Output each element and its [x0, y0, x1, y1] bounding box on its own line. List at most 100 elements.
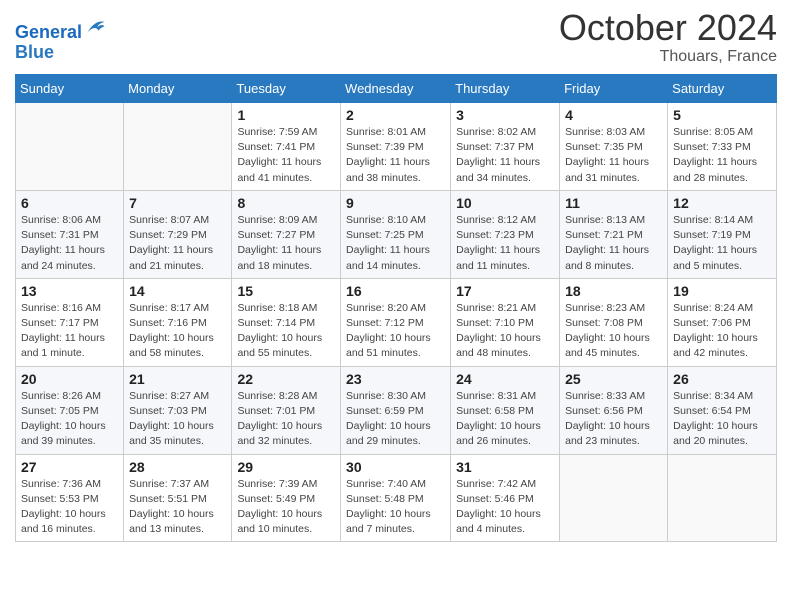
day-info: Sunrise: 7:40 AM Sunset: 5:48 PM Dayligh…	[346, 477, 445, 538]
day-cell: 25Sunrise: 8:33 AM Sunset: 6:56 PM Dayli…	[560, 366, 668, 454]
day-info: Sunrise: 8:16 AM Sunset: 7:17 PM Dayligh…	[21, 301, 118, 362]
logo: General Blue	[15, 16, 106, 63]
day-info: Sunrise: 8:28 AM Sunset: 7:01 PM Dayligh…	[237, 389, 335, 450]
day-info: Sunrise: 8:07 AM Sunset: 7:29 PM Dayligh…	[129, 213, 226, 274]
day-cell: 16 Sunrise: 8:20 AM Sunset: 7:12 PM Dayli…	[341, 278, 451, 366]
page-header: General Blue October 2024 Thouars, Franc…	[15, 10, 777, 66]
day-info: Sunrise: 8:01 AM Sunset: 7:39 PM Dayligh…	[346, 125, 445, 186]
column-header-monday: Monday	[124, 75, 232, 103]
day-info: Sunrise: 8:34 AM Sunset: 6:54 PM Dayligh…	[673, 389, 771, 450]
day-cell: 26 Sunrise: 8:34 AM Sunset: 6:54 PM Dayli…	[668, 366, 777, 454]
column-header-tuesday: Tuesday	[232, 75, 341, 103]
day-cell: 19 Sunrise: 8:24 AM Sunset: 7:06 PM Dayli…	[668, 278, 777, 366]
location: Thouars, France	[559, 48, 777, 66]
day-number: 3	[456, 107, 554, 123]
day-number: 1	[237, 107, 335, 123]
logo-text: General	[15, 16, 106, 43]
day-number: 30	[346, 459, 445, 475]
day-number: 26	[673, 371, 771, 387]
logo-blue: Blue	[15, 43, 106, 63]
day-info: Sunrise: 8:14 AM Sunset: 7:19 PM Dayligh…	[673, 213, 771, 274]
day-number: 31	[456, 459, 554, 475]
day-info: Sunrise: 7:39 AM Sunset: 5:49 PM Dayligh…	[237, 477, 335, 538]
day-info: Sunrise: 8:24 AM Sunset: 7:06 PM Dayligh…	[673, 301, 771, 362]
day-cell: 31 Sunrise: 7:42 AM Sunset: 5:46 PM Dayli…	[451, 454, 560, 542]
day-info: Sunrise: 8:30 AM Sunset: 6:59 PM Dayligh…	[346, 389, 445, 450]
day-cell: 27Sunrise: 7:36 AM Sunset: 5:53 PM Dayli…	[16, 454, 124, 542]
day-info: Sunrise: 8:27 AM Sunset: 7:03 PM Dayligh…	[129, 389, 226, 450]
day-cell: 9Sunrise: 8:10 AM Sunset: 7:25 PM Daylig…	[341, 190, 451, 278]
day-cell: 22 Sunrise: 8:28 AM Sunset: 7:01 PM Dayli…	[232, 366, 341, 454]
day-cell: 18 Sunrise: 8:23 AM Sunset: 7:08 PM Dayli…	[560, 278, 668, 366]
day-cell	[16, 103, 124, 191]
day-number: 13	[21, 283, 118, 299]
logo-bird-icon	[84, 16, 106, 38]
day-info: Sunrise: 8:13 AM Sunset: 7:21 PM Dayligh…	[565, 213, 662, 274]
day-number: 7	[129, 195, 226, 211]
day-cell	[668, 454, 777, 542]
day-cell: 5Sunrise: 8:05 AM Sunset: 7:33 PM Daylig…	[668, 103, 777, 191]
column-header-saturday: Saturday	[668, 75, 777, 103]
day-number: 27	[21, 459, 118, 475]
day-cell: 15 Sunrise: 8:18 AM Sunset: 7:14 PM Dayli…	[232, 278, 341, 366]
day-cell: 13 Sunrise: 8:16 AM Sunset: 7:17 PM Dayli…	[16, 278, 124, 366]
column-header-wednesday: Wednesday	[341, 75, 451, 103]
calendar-table: SundayMondayTuesdayWednesdayThursdayFrid…	[15, 74, 777, 542]
day-number: 29	[237, 459, 335, 475]
logo-general: General	[15, 22, 82, 42]
day-number: 15	[237, 283, 335, 299]
day-cell: 12 Sunrise: 8:14 AM Sunset: 7:19 PM Dayli…	[668, 190, 777, 278]
column-header-thursday: Thursday	[451, 75, 560, 103]
week-row-2: 6Sunrise: 8:06 AM Sunset: 7:31 PM Daylig…	[16, 190, 777, 278]
day-info: Sunrise: 8:20 AM Sunset: 7:12 PM Dayligh…	[346, 301, 445, 362]
day-cell: 20Sunrise: 8:26 AM Sunset: 7:05 PM Dayli…	[16, 366, 124, 454]
day-number: 10	[456, 195, 554, 211]
day-number: 11	[565, 195, 662, 211]
day-cell: 17 Sunrise: 8:21 AM Sunset: 7:10 PM Dayli…	[451, 278, 560, 366]
week-row-1: 1 Sunrise: 7:59 AM Sunset: 7:41 PM Daylig…	[16, 103, 777, 191]
day-number: 22	[237, 371, 335, 387]
day-cell: 28Sunrise: 7:37 AM Sunset: 5:51 PM Dayli…	[124, 454, 232, 542]
day-info: Sunrise: 8:18 AM Sunset: 7:14 PM Dayligh…	[237, 301, 335, 362]
day-info: Sunrise: 8:23 AM Sunset: 7:08 PM Dayligh…	[565, 301, 662, 362]
day-cell: 8Sunrise: 8:09 AM Sunset: 7:27 PM Daylig…	[232, 190, 341, 278]
day-number: 18	[565, 283, 662, 299]
week-row-5: 27Sunrise: 7:36 AM Sunset: 5:53 PM Dayli…	[16, 454, 777, 542]
day-cell: 30 Sunrise: 7:40 AM Sunset: 5:48 PM Dayli…	[341, 454, 451, 542]
day-cell: 3 Sunrise: 8:02 AM Sunset: 7:37 PM Daylig…	[451, 103, 560, 191]
day-number: 17	[456, 283, 554, 299]
day-info: Sunrise: 8:31 AM Sunset: 6:58 PM Dayligh…	[456, 389, 554, 450]
day-number: 24	[456, 371, 554, 387]
day-number: 16	[346, 283, 445, 299]
day-info: Sunrise: 8:06 AM Sunset: 7:31 PM Dayligh…	[21, 213, 118, 274]
day-cell: 1 Sunrise: 7:59 AM Sunset: 7:41 PM Daylig…	[232, 103, 341, 191]
day-cell: 11 Sunrise: 8:13 AM Sunset: 7:21 PM Dayli…	[560, 190, 668, 278]
day-info: Sunrise: 7:37 AM Sunset: 5:51 PM Dayligh…	[129, 477, 226, 538]
month-title: October 2024	[559, 10, 777, 46]
day-info: Sunrise: 8:17 AM Sunset: 7:16 PM Dayligh…	[129, 301, 226, 362]
day-number: 2	[346, 107, 445, 123]
day-cell: 29 Sunrise: 7:39 AM Sunset: 5:49 PM Dayli…	[232, 454, 341, 542]
day-cell: 6Sunrise: 8:06 AM Sunset: 7:31 PM Daylig…	[16, 190, 124, 278]
day-number: 19	[673, 283, 771, 299]
day-cell: 10 Sunrise: 8:12 AM Sunset: 7:23 PM Dayli…	[451, 190, 560, 278]
day-info: Sunrise: 8:05 AM Sunset: 7:33 PM Dayligh…	[673, 125, 771, 186]
day-number: 20	[21, 371, 118, 387]
day-info: Sunrise: 8:02 AM Sunset: 7:37 PM Dayligh…	[456, 125, 554, 186]
day-info: Sunrise: 8:12 AM Sunset: 7:23 PM Dayligh…	[456, 213, 554, 274]
day-cell	[124, 103, 232, 191]
day-number: 14	[129, 283, 226, 299]
day-cell: 23 Sunrise: 8:30 AM Sunset: 6:59 PM Dayli…	[341, 366, 451, 454]
day-info: Sunrise: 8:33 AM Sunset: 6:56 PM Dayligh…	[565, 389, 662, 450]
day-info: Sunrise: 7:42 AM Sunset: 5:46 PM Dayligh…	[456, 477, 554, 538]
header-row: SundayMondayTuesdayWednesdayThursdayFrid…	[16, 75, 777, 103]
day-info: Sunrise: 7:59 AM Sunset: 7:41 PM Dayligh…	[237, 125, 335, 186]
day-number: 23	[346, 371, 445, 387]
title-block: October 2024 Thouars, France	[559, 10, 777, 66]
day-cell: 14 Sunrise: 8:17 AM Sunset: 7:16 PM Dayli…	[124, 278, 232, 366]
week-row-3: 13 Sunrise: 8:16 AM Sunset: 7:17 PM Dayli…	[16, 278, 777, 366]
column-header-sunday: Sunday	[16, 75, 124, 103]
day-info: Sunrise: 8:21 AM Sunset: 7:10 PM Dayligh…	[456, 301, 554, 362]
day-cell	[560, 454, 668, 542]
day-number: 12	[673, 195, 771, 211]
